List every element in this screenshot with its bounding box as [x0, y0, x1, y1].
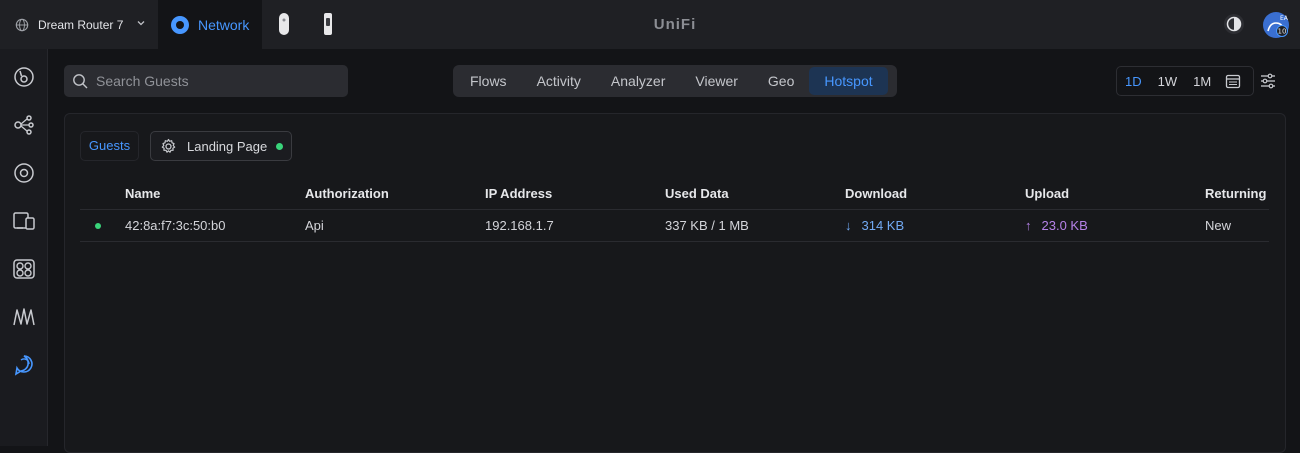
cell-used-data: 337 KB / 1 MB: [665, 218, 749, 233]
table-header: Name Authorization IP Address Used Data …: [80, 178, 1269, 210]
tab-geo[interactable]: Geo: [753, 67, 809, 95]
gear-icon: [161, 138, 176, 153]
col-download[interactable]: Download: [845, 178, 907, 210]
upload-value: 23.0 KB: [1041, 218, 1088, 233]
col-upload[interactable]: Upload: [1025, 178, 1069, 210]
cell-returning: New: [1205, 218, 1232, 233]
range-1w[interactable]: 1W: [1150, 74, 1186, 89]
calendar-icon[interactable]: [1225, 73, 1241, 89]
tab-activity[interactable]: Activity: [522, 67, 596, 95]
table-row[interactable]: 42:8a:f7:3c:50:b0 Api 192.168.1.7 337 KB…: [80, 210, 1269, 242]
search-box[interactable]: [64, 65, 348, 97]
topology-icon[interactable]: [12, 113, 36, 137]
tab-hotspot[interactable]: Hotspot: [809, 67, 888, 95]
sidebar: [0, 49, 48, 446]
cell-authorization: Api: [305, 218, 324, 233]
search-icon: [73, 73, 88, 88]
landing-page-button[interactable]: Landing Page: [150, 131, 292, 161]
clients-icon[interactable]: [12, 209, 36, 233]
search-input[interactable]: [96, 73, 336, 89]
time-range-selector: 1D 1W 1M: [1116, 66, 1254, 96]
col-authorization[interactable]: Authorization: [305, 178, 389, 210]
ports-icon[interactable]: [12, 257, 36, 281]
devices-icon[interactable]: [12, 161, 36, 185]
filter-settings-icon[interactable]: [1260, 73, 1276, 89]
status-dot: [276, 142, 284, 150]
download-value: 314 KB: [861, 218, 905, 233]
guests-button[interactable]: Guests: [80, 131, 139, 161]
tab-viewer[interactable]: Viewer: [680, 67, 753, 95]
col-ip-address[interactable]: IP Address: [485, 178, 552, 210]
avatar-initials: EA: [1280, 15, 1289, 22]
top-bar: Dream Router 7 Network UniFi EA 10: [0, 0, 1300, 49]
cell-name: 42:8a:f7:3c:50:b0: [125, 218, 226, 233]
insights-icon[interactable]: [12, 353, 36, 377]
cell-upload: ↑ 23.0 KB: [1025, 210, 1088, 242]
theme-toggle-icon[interactable]: [1223, 13, 1245, 35]
view-tabs: Flows Activity Analyzer Viewer Geo Hotsp…: [453, 65, 897, 97]
col-name[interactable]: Name: [125, 178, 160, 210]
hotspot-panel: [64, 113, 1286, 453]
col-used-data[interactable]: Used Data: [665, 178, 729, 210]
avatar-badge: 10: [1278, 28, 1287, 36]
col-returning[interactable]: Returning: [1205, 178, 1266, 210]
cell-download: ↓ 314 KB: [845, 210, 904, 242]
range-1m[interactable]: 1M: [1185, 74, 1219, 89]
dashboard-icon[interactable]: [12, 65, 36, 89]
landing-page-label: Landing Page: [187, 138, 268, 154]
online-status-dot: [95, 223, 101, 229]
unifi-logo: UniFi: [653, 16, 697, 33]
cell-ip-address: 192.168.1.7: [485, 218, 554, 233]
radio-waves-icon[interactable]: [12, 305, 36, 329]
arrow-down-icon: ↓: [845, 218, 852, 233]
tab-flows[interactable]: Flows: [455, 67, 522, 95]
range-1d[interactable]: 1D: [1117, 74, 1150, 89]
arrow-up-icon: ↑: [1025, 218, 1032, 233]
avatar[interactable]: EA 10: [1262, 11, 1290, 39]
tab-analyzer[interactable]: Analyzer: [596, 67, 680, 95]
